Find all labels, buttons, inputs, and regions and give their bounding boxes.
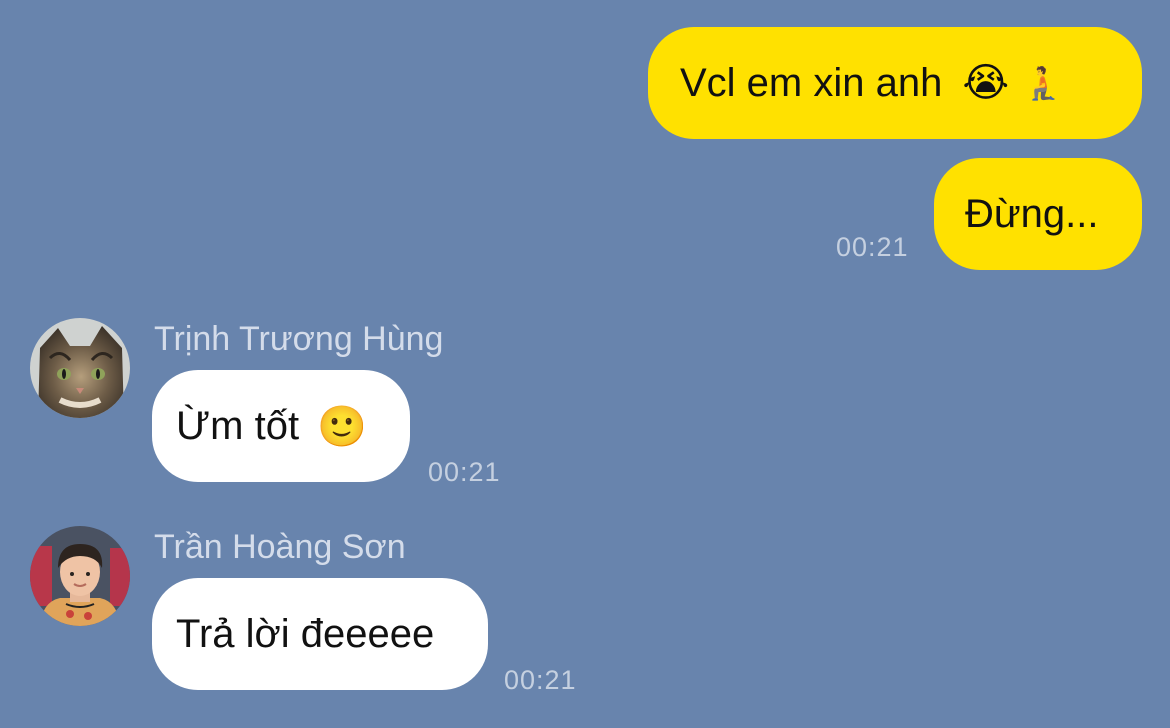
chat-thread: Vcl em xin anh 😭 🧎 00:21 Đừng... Trịnh T… [0,0,1170,728]
message-text: Đừng... [965,191,1099,236]
outgoing-message-bubble[interactable]: Vcl em xin anh 😭 🧎 [648,27,1142,139]
message-timestamp: 00:21 [428,457,501,487]
message-text: Ừm tốt [176,403,300,448]
incoming-message-bubble[interactable]: Ừm tốt 🙂 [152,370,410,482]
crying-face-emoji: 😭 [962,61,1010,105]
sender-name: Trần Hoàng Sơn [154,528,406,566]
incoming-message-bubble[interactable]: Trả lời đeeeee [152,578,488,690]
outgoing-message-bubble[interactable]: Đừng... [934,158,1142,270]
sender-name: Trịnh Trương Hùng [154,320,444,358]
message-timestamp: 00:21 [504,665,577,695]
message-text: Vcl em xin anh [680,60,943,105]
kneeling-person-emoji: 🧎 [1023,65,1063,101]
person-avatar-icon [30,526,130,626]
cat-avatar-icon [30,318,130,418]
avatar[interactable] [30,526,130,626]
message-text: Trả lời đeeeee [176,611,435,656]
slightly-smiling-face-emoji: 🙂 [317,404,367,449]
avatar[interactable] [30,318,130,418]
message-timestamp: 00:21 [836,232,909,262]
